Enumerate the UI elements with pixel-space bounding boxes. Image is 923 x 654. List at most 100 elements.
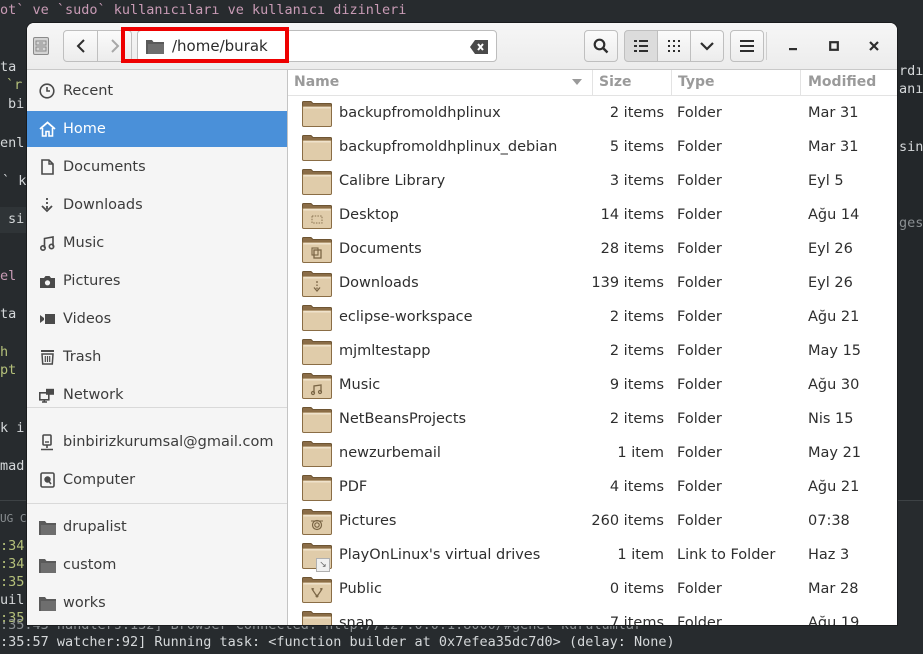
file-row[interactable]: backupfromoldhplinux_debian 5 items Fold… — [288, 130, 897, 164]
file-size: 1 item — [617, 445, 664, 461]
file-modified: May 21 — [808, 445, 862, 461]
sidebar-item-music[interactable]: Music — [27, 225, 287, 261]
file-name: PlayOnLinux's virtual drives — [339, 547, 541, 563]
music-icon — [37, 235, 57, 251]
minimize-icon — [789, 48, 797, 51]
file-name: Desktop — [339, 207, 399, 223]
column-modified-label: Modified — [808, 74, 877, 90]
file-row[interactable]: mjmltestapp 2 items Folder May 15 — [288, 334, 897, 368]
sidebar-item-online-account[interactable]: binbirizkurumsal@gmail.com — [27, 424, 287, 460]
file-row[interactable]: Music 9 items Folder Ağu 30 — [288, 368, 897, 402]
terminal-fragment: `r — [6, 77, 23, 93]
sidebar-item-pictures[interactable]: Pictures — [27, 263, 287, 299]
terminal-fragment: rdı — [899, 63, 923, 79]
sidebar-item-downloads[interactable]: Downloads — [27, 187, 287, 223]
maximize-button[interactable] — [817, 30, 851, 62]
location-bar[interactable]: /home/burak — [137, 30, 497, 62]
file-row[interactable]: Documents 28 items Folder Eyl 26 — [288, 232, 897, 266]
list-view-button[interactable] — [624, 30, 658, 62]
file-type: Folder — [677, 173, 722, 189]
close-button[interactable] — [857, 30, 891, 62]
file-size: 5 items — [609, 139, 664, 155]
file-size: 3 items — [609, 173, 664, 189]
file-size: 28 items — [600, 241, 664, 257]
file-row[interactable]: backupfromoldhplinux 2 items Folder Mar … — [288, 96, 897, 130]
sidebar-item-bookmark-custom[interactable]: custom — [27, 547, 287, 583]
video-icon — [37, 314, 57, 324]
sidebar-item-label: Music — [63, 235, 105, 251]
file-name: Music — [339, 377, 381, 393]
terminal-fragment: pt — [0, 362, 17, 378]
file-type: Folder — [677, 105, 722, 121]
online-account-icon — [37, 433, 57, 451]
column-name[interactable]: Name — [294, 70, 592, 95]
header-separator — [766, 32, 767, 60]
header-bar: /home/burak — [27, 23, 897, 70]
terminal-fragment: h — [0, 344, 9, 360]
file-row[interactable]: PDF 4 items Folder Ağu 21 — [288, 470, 897, 504]
file-modified: Ağu 14 — [808, 207, 860, 223]
view-options-button[interactable] — [691, 30, 724, 62]
downloads-folder-icon — [302, 271, 332, 297]
backspace-icon — [470, 40, 488, 54]
terminal-side-panel — [896, 60, 923, 500]
file-size: 260 items — [591, 513, 664, 529]
file-row[interactable]: newzurbemail 1 item Folder May 21 — [288, 436, 897, 470]
file-modified: Mar 31 — [808, 139, 859, 155]
sidebar-item-bookmark-works[interactable]: works — [27, 585, 287, 621]
location-path[interactable]: /home/burak — [172, 37, 268, 55]
folder-icon — [302, 339, 332, 365]
search-button[interactable] — [584, 30, 618, 62]
folder-icon — [302, 407, 332, 433]
grid-view-button[interactable] — [658, 30, 691, 62]
sidebar-item-bookmark-drupalist[interactable]: drupalist — [27, 509, 287, 545]
file-type: Folder — [677, 207, 722, 223]
grid-icon — [668, 40, 680, 52]
file-row[interactable]: Public 0 items Folder Mar 28 — [288, 572, 897, 606]
sidebar-item-videos[interactable]: Videos — [27, 301, 287, 337]
forward-button[interactable] — [98, 30, 132, 62]
terminal-fragment: :34 — [0, 556, 25, 572]
folder-icon — [37, 558, 57, 573]
folder-icon — [302, 135, 332, 161]
back-button[interactable] — [63, 30, 98, 62]
sidebar-item-computer[interactable]: Computer — [27, 462, 287, 498]
file-row[interactable]: Pictures 260 items Folder 07:38 — [288, 504, 897, 538]
sidebar-item-home[interactable]: Home — [27, 111, 287, 147]
file-type: Folder — [677, 241, 722, 257]
clock-icon — [37, 83, 57, 99]
file-row[interactable]: Downloads 139 items Folder Eyl 26 — [288, 266, 897, 300]
file-row[interactable]: Calibre Library 3 items Folder Eyl 5 — [288, 164, 897, 198]
file-row[interactable]: NetBeansProjects 2 items Folder Nis 15 — [288, 402, 897, 436]
file-row[interactable]: eclipse-workspace 2 items Folder Ağu 21 — [288, 300, 897, 334]
file-type: Folder — [677, 445, 722, 461]
view-buttons — [624, 30, 724, 62]
file-modified: Eyl 26 — [808, 275, 853, 291]
folder-icon — [37, 520, 57, 535]
file-row[interactable]: Desktop 14 items Folder Ağu 14 — [288, 198, 897, 232]
menu-button[interactable] — [730, 30, 764, 62]
file-size: 2 items — [609, 411, 664, 427]
file-manager-window: /home/burak Recent Home Documents Downlo… — [27, 23, 897, 625]
clear-location-button[interactable] — [470, 39, 488, 58]
file-size: 9 items — [609, 377, 664, 393]
file-size: 14 items — [600, 207, 664, 223]
sidebar-item-label: Downloads — [63, 197, 143, 213]
file-name: PDF — [339, 479, 368, 495]
minimize-button[interactable] — [776, 30, 810, 62]
file-row[interactable]: snap 7 items Folder Ağu 19 — [288, 606, 897, 625]
folder-icon — [302, 101, 332, 127]
file-size: 2 items — [609, 343, 664, 359]
column-type[interactable]: Type — [671, 70, 800, 95]
column-size[interactable]: Size — [592, 70, 671, 95]
sidebar-item-documents[interactable]: Documents — [27, 149, 287, 185]
file-row[interactable]: ↘ PlayOnLinux's virtual drives 1 item Li… — [288, 538, 897, 572]
documents-folder-icon — [302, 237, 332, 263]
sidebar-separator — [27, 407, 287, 408]
sidebar-item-trash[interactable]: Trash — [27, 339, 287, 375]
folder-icon — [302, 611, 332, 625]
sidebar-item-recent[interactable]: Recent — [27, 73, 287, 109]
file-cabinet-icon — [33, 37, 49, 55]
column-modified[interactable]: Modified — [800, 70, 897, 95]
close-icon — [869, 41, 879, 51]
